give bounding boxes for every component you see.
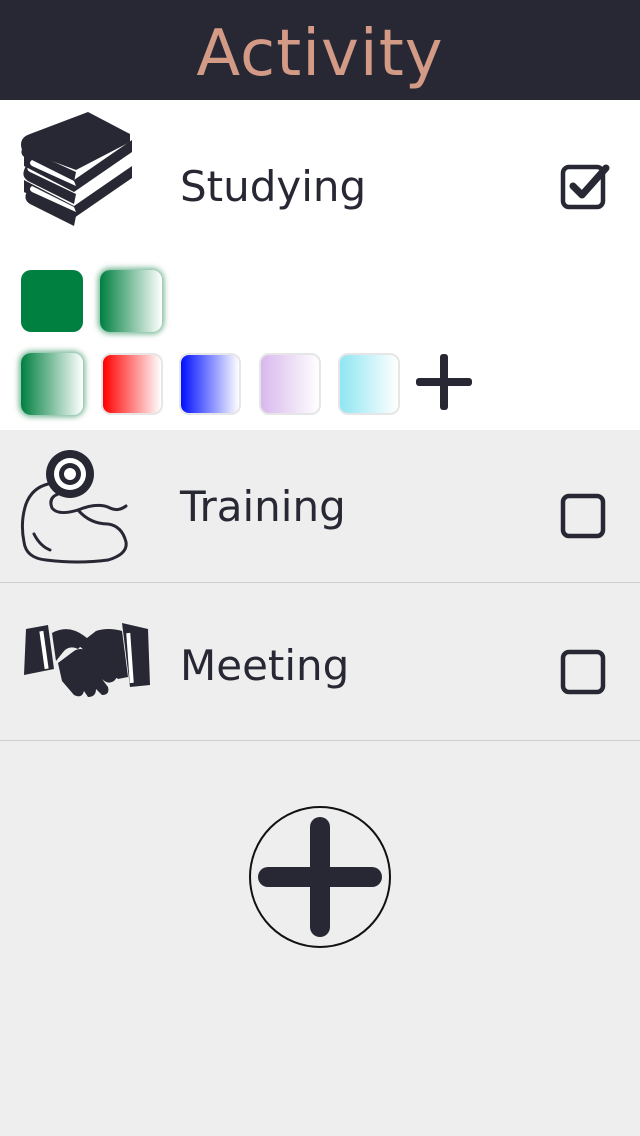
page-title: Activity [196, 17, 444, 91]
handshake-icon [18, 601, 158, 721]
activity-label-training: Training [180, 482, 346, 531]
activity-label-studying: Studying [180, 162, 367, 211]
meeting-checkbox[interactable] [560, 648, 606, 695]
palette-green-gradient[interactable] [21, 353, 83, 415]
activity-row-studying[interactable]: Studying [0, 100, 640, 430]
books-icon [18, 110, 138, 230]
palette-red-gradient[interactable] [101, 353, 163, 415]
swatch-green-gradient-selected[interactable] [100, 270, 162, 332]
activity-label-meeting: Meeting [180, 641, 350, 690]
training-checkbox[interactable] [560, 492, 606, 539]
activity-row-meeting[interactable]: Meeting [0, 583, 640, 741]
swatch-solid-green[interactable] [21, 270, 83, 332]
add-activity-button[interactable] [248, 805, 392, 949]
palette-blue-gradient[interactable] [179, 353, 241, 415]
flexed-arm-weight-icon [18, 450, 138, 570]
plus-circle-icon [249, 806, 391, 948]
palette-cyan-gradient[interactable] [338, 353, 400, 415]
activity-row-training[interactable]: Training [0, 430, 640, 583]
add-color-button[interactable] [414, 352, 474, 412]
studying-checkbox[interactable] [560, 162, 610, 210]
palette-lavender-gradient[interactable] [259, 353, 321, 415]
plus-icon [416, 354, 472, 410]
header-bar: Activity [0, 0, 640, 100]
